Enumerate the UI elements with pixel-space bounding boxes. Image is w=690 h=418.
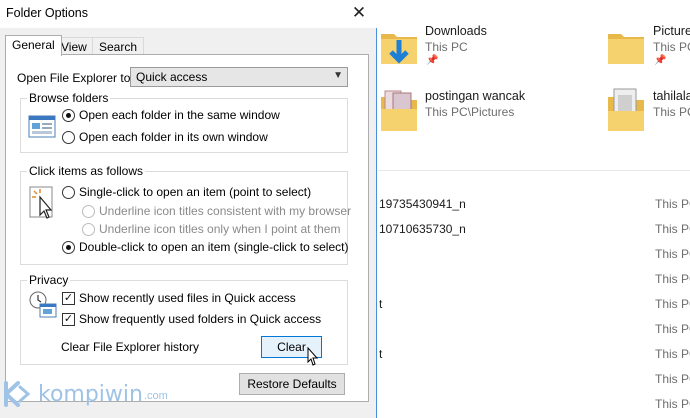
recent-file-name[interactable]: t [379, 347, 382, 361]
option-label: Show frequently used folders in Quick ac… [79, 312, 322, 326]
recent-file-location: This PC [655, 297, 690, 311]
privacy-group: Privacy ✓ Show recently used files in Qu… [20, 273, 348, 366]
single-click-radio[interactable]: Single-click to open an item (point to s… [62, 185, 311, 199]
quick-access-name: tahilala [653, 89, 690, 103]
option-label: Underline icon titles consistent with my… [99, 204, 352, 218]
section-divider [378, 170, 690, 171]
quick-access-location: This PC [653, 40, 690, 54]
group-legend: Privacy [27, 273, 71, 287]
open-explorer-dropdown[interactable]: Quick access ▼ [130, 67, 348, 87]
recent-file-location: This PC [655, 322, 690, 336]
recent-file-location: This PC [655, 272, 690, 286]
recent-file-name[interactable]: 10710635730_n [379, 222, 466, 236]
image-folder-icon [381, 90, 417, 131]
quick-access-location: This PC [425, 40, 468, 54]
click-items-group: Click items as follows Single-click to o… [20, 164, 351, 265]
mouse-cursor-icon [307, 347, 319, 366]
radio-unselected [62, 185, 75, 199]
tab-search[interactable]: Search [92, 37, 145, 55]
radio-disabled [82, 204, 95, 218]
recent-file-name[interactable]: 19735430941_n [379, 197, 466, 211]
browse-folders-group: Browse folders Open each folder in the s… [20, 91, 348, 153]
quick-access-name: postingan wancak [425, 89, 526, 103]
quick-access-item-postingan-wancak[interactable]: postingan wancak This PC\Pictures [379, 85, 599, 145]
checkmark-icon: ✓ [62, 291, 75, 305]
recent-file-location: This PC [655, 197, 690, 211]
recent-file-name[interactable]: t [379, 297, 382, 311]
chevron-down-icon: ▼ [333, 70, 343, 81]
kompiwin-watermark: kompiwin .com [0, 370, 168, 418]
dialog-title: Folder Options [6, 6, 88, 20]
pin-icon[interactable]: 📌 [426, 55, 438, 66]
quick-access-location: This PC [653, 105, 690, 119]
dropdown-value: Quick access [136, 70, 208, 84]
folder-options-dialog: Folder Options ✕ General View Search Ope… [0, 0, 377, 418]
own-window-radio[interactable]: Open each folder in its own window [62, 130, 268, 144]
quick-access-item-tahilala[interactable]: tahilala This PC [606, 85, 690, 145]
recent-file-location: This PC [655, 347, 690, 361]
radio-disabled [82, 222, 95, 236]
pictures-folder-icon [608, 34, 644, 64]
clear-history-label: Clear File Explorer history [61, 340, 200, 354]
restore-defaults-button[interactable]: Restore Defaults [239, 373, 345, 395]
pointer-click-icon [29, 186, 53, 219]
group-legend: Browse folders [27, 91, 111, 105]
radio-selected [62, 108, 75, 122]
option-label: Open each folder in the same window [79, 108, 280, 122]
privacy-clock-icon [29, 291, 57, 318]
kompiwin-logo-icon [4, 381, 31, 407]
option-label: Underline icon titles only when I point … [99, 222, 341, 236]
pin-icon[interactable]: 📌 [654, 55, 666, 66]
quick-access-item-pictures[interactable]: Picture This PC 📌 [606, 20, 690, 80]
double-click-radio[interactable]: Double-click to open an item (single-cli… [62, 240, 348, 254]
close-button[interactable]: ✕ [345, 1, 373, 25]
group-legend: Click items as follows [27, 164, 146, 178]
radio-unselected [62, 130, 75, 144]
quick-access-name: Downloads [425, 24, 487, 38]
general-tab-panel: Open File Explorer to: Quick access ▼ Br… [5, 54, 369, 402]
recent-file-location: This PC [655, 247, 690, 261]
open-explorer-label: Open File Explorer to: [17, 71, 134, 85]
recent-file-location: This PC [655, 372, 690, 386]
same-window-radio[interactable]: Open each folder in the same window [62, 108, 280, 122]
option-label: Open each folder in its own window [79, 130, 268, 144]
quick-access-location: This PC\Pictures [425, 105, 515, 119]
quick-access-name: Picture [653, 24, 690, 38]
show-frequent-folders-checkbox[interactable]: ✓ Show frequently used folders in Quick … [62, 312, 321, 326]
tab-general[interactable]: General [5, 35, 62, 56]
watermark-domain: .com [143, 390, 168, 402]
checkmark-icon: ✓ [62, 312, 75, 326]
radio-selected [62, 240, 75, 254]
image-folder-icon [608, 88, 644, 131]
close-icon: ✕ [351, 3, 367, 22]
quick-access-item-downloads[interactable]: Downloads This PC 📌 [379, 20, 599, 80]
option-label: Single-click to open an item (point to s… [79, 185, 312, 199]
recent-file-location: This PC [655, 222, 690, 236]
title-bar[interactable]: Folder Options ✕ [0, 0, 377, 28]
option-label: Show recently used files in Quick access [79, 291, 296, 305]
window-layout-icon [28, 115, 56, 138]
option-label: Double-click to open an item (single-cli… [79, 240, 349, 254]
watermark-text: kompiwin [38, 381, 143, 407]
underline-consistent-radio[interactable]: Underline icon titles consistent with my… [82, 204, 351, 218]
underline-point-radio[interactable]: Underline icon titles only when I point … [82, 222, 340, 236]
recent-file-location: This PC [655, 397, 690, 411]
show-recent-files-checkbox[interactable]: ✓ Show recently used files in Quick acce… [62, 291, 296, 305]
downloads-folder-icon [381, 34, 417, 64]
